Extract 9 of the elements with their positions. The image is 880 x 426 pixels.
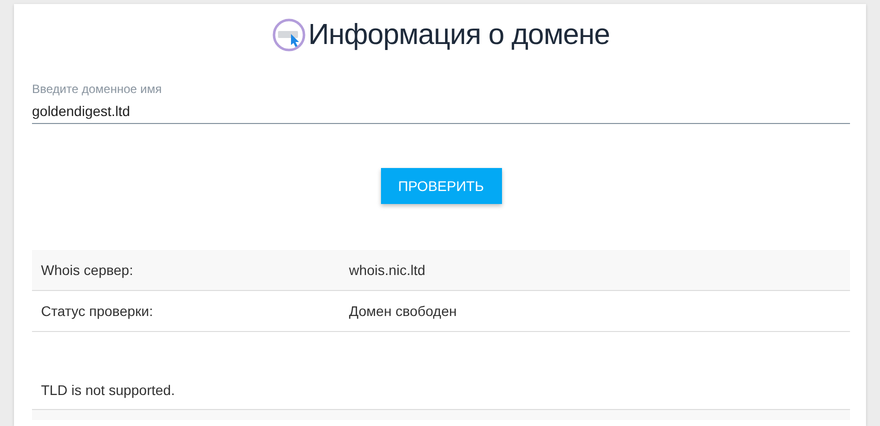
table-cell: whois.nic.ltd: [349, 262, 426, 278]
domain-input-field[interactable]: goldendigest.ltd: [32, 103, 850, 124]
domain-icon: [272, 18, 306, 52]
status-message: TLD is not supported.: [41, 382, 175, 398]
table-cell: Домен свободен: [349, 303, 457, 319]
table-cell-text: Статус проверки:: [40, 303, 154, 319]
field-label: Введите доменное имя: [32, 82, 163, 96]
table-cell-text: Whois сервер:: [40, 262, 134, 278]
page-title: Информация о домене: [308, 18, 610, 52]
